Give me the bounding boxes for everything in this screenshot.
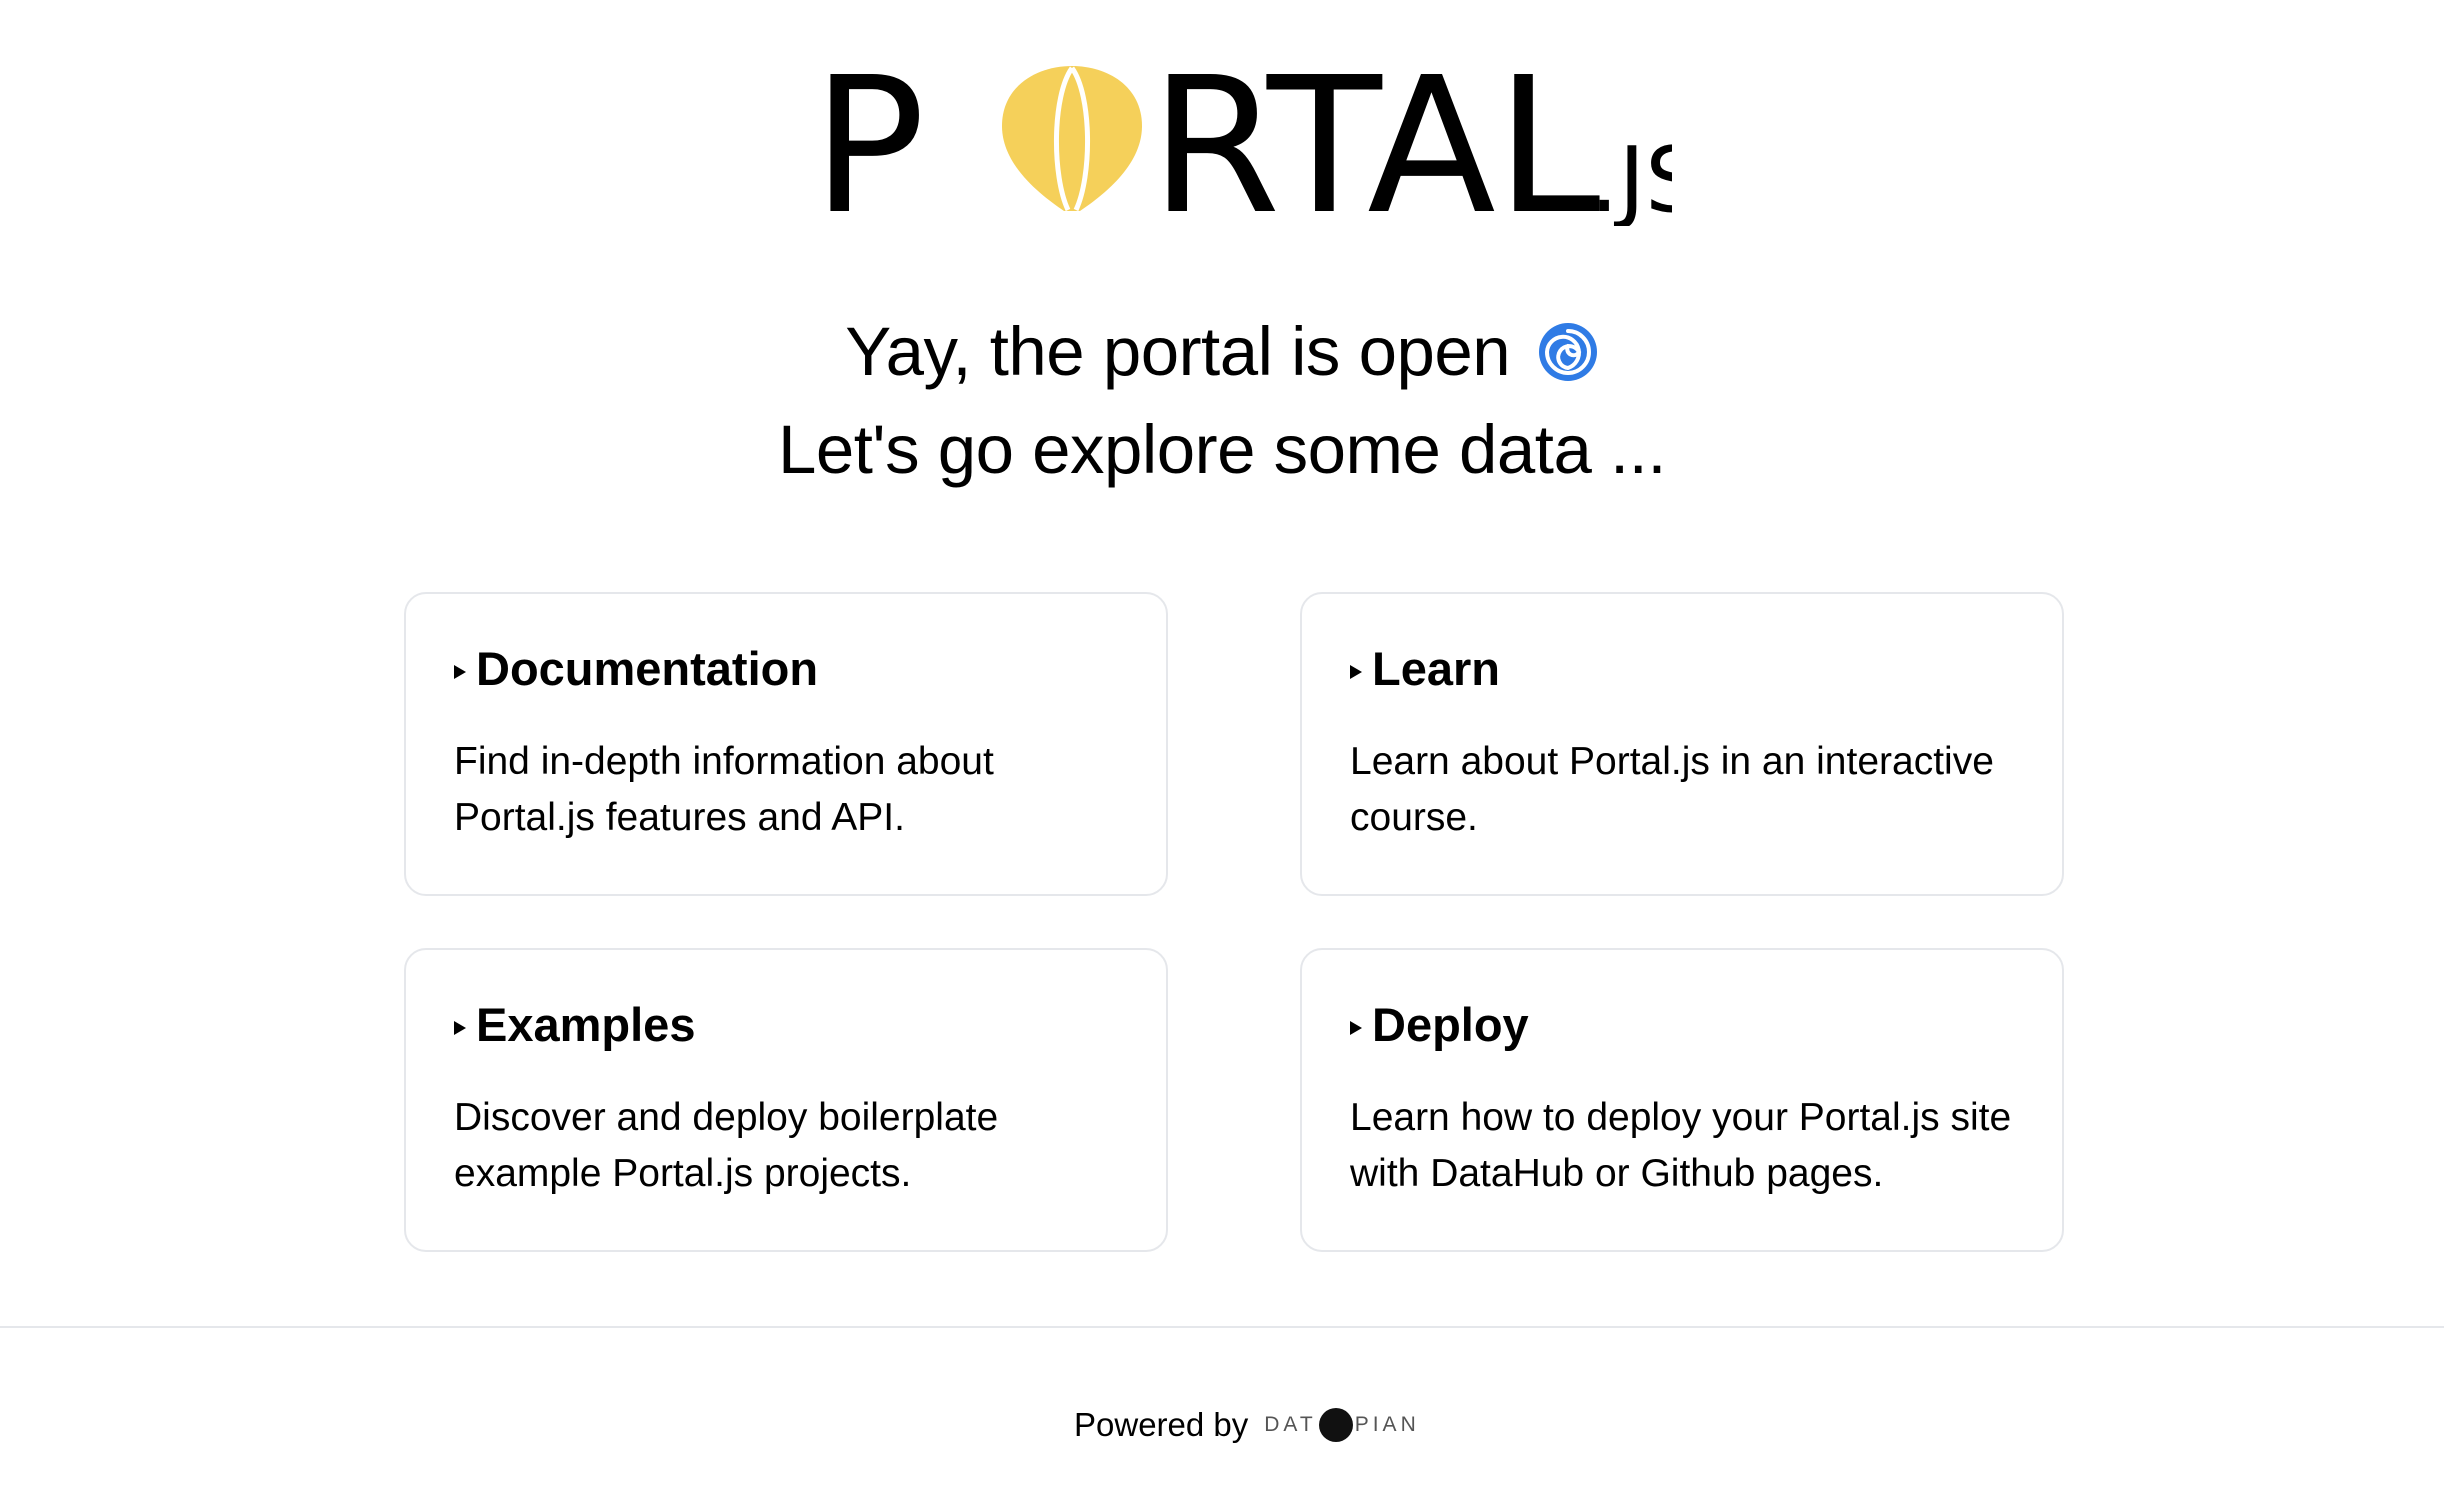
triangle-right-icon [1350, 665, 1362, 679]
portal-js-logo: P RTAL .JS [812, 56, 1672, 226]
triangle-right-icon [454, 1021, 466, 1035]
hero-line-1: Yay, the portal is open [0, 302, 2444, 410]
datopian-logo-left: DAT [1264, 1413, 1317, 1436]
hero-line-1-text: Yay, the portal is open [845, 313, 1511, 390]
triangle-right-icon [1350, 1021, 1362, 1035]
card-learn[interactable]: Learn Learn about Portal.js in an intera… [1300, 592, 2064, 896]
powered-by-label: Powered by [1074, 1406, 1249, 1443]
card-title[interactable]: Examples [454, 992, 695, 1058]
footer-divider [0, 1326, 2444, 1328]
logo-suffix: .JS [1590, 128, 1672, 226]
datopian-globe-icon [1318, 1408, 1353, 1442]
card-examples[interactable]: Examples Discover and deploy boilerplate… [404, 948, 1168, 1252]
card-documentation[interactable]: Documentation Find in-depth information … [404, 592, 1168, 896]
footer: Powered by DAT PIAN [1074, 1400, 1420, 1450]
cyclone-icon [1537, 310, 1599, 410]
card-title[interactable]: Documentation [454, 636, 818, 702]
logo-letter-p: P [812, 56, 925, 226]
card-title[interactable]: Deploy [1350, 992, 1529, 1058]
logo-rtal: RTAL [1150, 56, 1601, 226]
card-deploy[interactable]: Deploy Learn how to deploy your Portal.j… [1300, 948, 2064, 1252]
datopian-logo-right: PIAN [1354, 1413, 1420, 1436]
card-description: Discover and deploy boilerplate example … [454, 1096, 999, 1195]
hero-line-2: Let's go explore some data ... [777, 411, 1667, 488]
card-description: Learn about Portal.js in an interactive … [1350, 740, 1994, 839]
hot-air-balloon-icon [1002, 66, 1142, 212]
card-description: Learn how to deploy your Portal.js site … [1350, 1096, 2012, 1195]
triangle-right-icon [454, 665, 466, 679]
card-title[interactable]: Learn [1350, 636, 1500, 702]
card-description: Find in-depth information about Portal.j… [454, 740, 994, 839]
datopian-logo[interactable]: DAT PIAN [1264, 1408, 1419, 1442]
